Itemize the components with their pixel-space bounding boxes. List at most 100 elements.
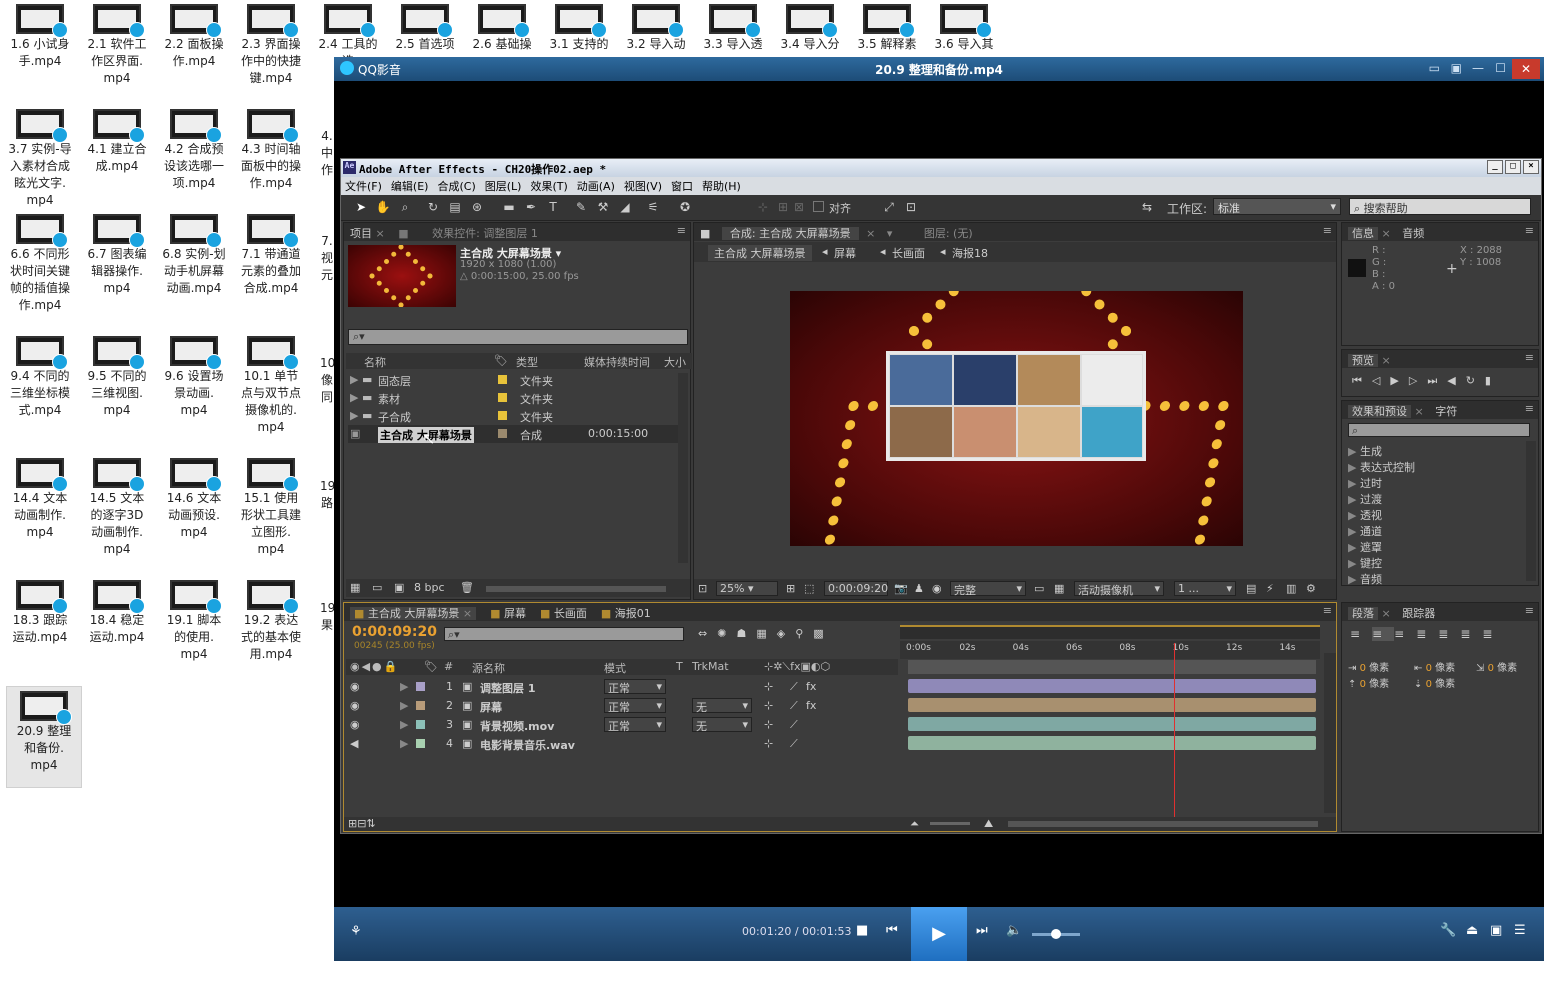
project-item[interactable]: ▶ ▬ 素材 文件夹	[348, 389, 678, 407]
label-swatch[interactable]	[498, 393, 507, 402]
rotate-tool-icon[interactable]: ↻	[425, 199, 441, 215]
desktop-file-icon[interactable]: 19.2 表达 式的基本使 用.mp4	[233, 576, 309, 663]
layer-row[interactable]: ◉ ▶ 2 ▣ 屏幕 正常 ▾ 无 ▾ ⊹ ⟋ fx	[346, 697, 898, 715]
eject-icon[interactable]: ⏏	[1466, 923, 1478, 938]
desktop-file-icon[interactable]: 7.1 带通道 元素的叠加 合成.mp4	[233, 210, 309, 297]
ae-maximize-button[interactable]: □	[1505, 160, 1521, 174]
close-icon[interactable]: ×	[463, 607, 472, 620]
text-tool-icon[interactable]: T	[545, 199, 561, 215]
region-of-interest-icon[interactable]: ▭	[1034, 582, 1044, 595]
panel-menu-icon[interactable]: ≡	[1525, 351, 1534, 364]
timeline-tab[interactable]: ■ 主合成 大屏幕场景 ×	[350, 607, 477, 620]
ram-preview-icon[interactable]: ▮	[1485, 374, 1501, 387]
desktop-file-icon[interactable]: 4.3 时间轴 面板中的操 作.mp4	[233, 105, 309, 192]
tab-effect-controls[interactable]: 效果控件: 调整图层 1	[432, 227, 538, 240]
transparency-grid-icon[interactable]: ▦	[1054, 582, 1064, 595]
effect-category[interactable]: ▶ 键控	[1348, 555, 1382, 571]
breadcrumb-item[interactable]: 长画面	[892, 245, 925, 261]
desktop-file-icon[interactable]: 3.2 导入动	[618, 0, 694, 53]
effects-vscrollbar[interactable]	[1526, 441, 1536, 581]
channel-icon[interactable]: ◉	[932, 582, 942, 595]
zoom-select[interactable]: 25% ▾	[716, 581, 778, 596]
timeline-tab[interactable]: ■ 海报01	[601, 607, 651, 620]
justify-all-icon[interactable]: ≣	[1482, 627, 1504, 641]
effect-category[interactable]: ▶ 表达式控制	[1348, 459, 1415, 475]
tools-icon[interactable]: 🔧	[1440, 923, 1456, 938]
desktop-file-icon[interactable]: 2.5 首选项	[387, 0, 463, 53]
layer-duration-bar[interactable]	[908, 698, 1316, 712]
expand-arrow-icon[interactable]: ▶	[400, 718, 408, 731]
expand-arrow-icon[interactable]: ▶	[1348, 509, 1360, 522]
breadcrumb-item[interactable]: 屏幕	[834, 245, 856, 261]
brush-tool-icon[interactable]: ✎	[573, 199, 589, 215]
menu-item[interactable]: 效果(T)	[530, 180, 567, 193]
layer-label-swatch[interactable]	[416, 682, 425, 691]
close-icon[interactable]: ×	[376, 227, 385, 240]
close-icon[interactable]: ×	[1415, 405, 1424, 418]
desktop-file-icon[interactable]: 6.7 图表编 辑器操作. mp4	[79, 210, 155, 297]
fast-previews-icon[interactable]: ⚡	[1266, 582, 1274, 595]
desktop-file-icon[interactable]: 4.1 建立合 成.mp4	[79, 105, 155, 175]
col-t[interactable]: T	[676, 660, 683, 673]
tab-effects-presets[interactable]: 效果和预设	[1348, 405, 1411, 418]
effect-category[interactable]: ▶ 过时	[1348, 475, 1382, 491]
expand-arrow-icon[interactable]: ▶	[350, 373, 358, 386]
ae-close-button[interactable]: ×	[1523, 160, 1539, 174]
desktop-file-icon[interactable]: 2.2 面板操 作.mp4	[156, 0, 232, 70]
desktop-file-icon[interactable]: 2.1 软件工 作区界面. mp4	[79, 0, 155, 87]
desktop-file-icon[interactable]: 14.6 文本 动画预设. mp4	[156, 454, 232, 541]
indent-left-value[interactable]: 0	[1360, 663, 1366, 674]
pen-tool-icon[interactable]: ✒	[523, 199, 539, 215]
preview-controls[interactable]: ⏮◁▶▷⏭◀↻▮	[1352, 374, 1501, 388]
project-item[interactable]: ▣ 主合成 大屏幕场景 合成 0:00:15:00	[348, 425, 678, 443]
desktop-file-icon[interactable]: 15.1 使用 形状工具建 立图形. mp4	[233, 454, 309, 558]
align-left-icon[interactable]: ≡	[1350, 627, 1372, 641]
desktop-file-icon[interactable]: 10.1 单节 点与双节点 摄像机的. mp4	[233, 332, 309, 436]
menu-item[interactable]: 视图(V)	[624, 180, 662, 193]
views-select[interactable]: 1 ... ▾	[1174, 581, 1236, 596]
help-search-input[interactable]: ⌕ 搜索帮助	[1349, 198, 1531, 215]
axis-view-icon[interactable]: ⊠	[791, 199, 807, 215]
next-frame-icon[interactable]: ▷	[1409, 374, 1427, 387]
justify-left-icon[interactable]: ≣	[1416, 627, 1438, 641]
expand-arrow-icon[interactable]: ▶	[1348, 573, 1360, 586]
space-after-value[interactable]: 0	[1426, 679, 1432, 690]
desktop-file-icon[interactable]: 3.7 实例-导 入素材合成 眩光文字. mp4	[2, 105, 78, 209]
volume-knob[interactable]	[1051, 929, 1061, 939]
space-before-field[interactable]: ⇡ 0 像素	[1348, 675, 1389, 690]
panel-menu-icon[interactable]: ≡	[1525, 402, 1534, 415]
snapshot-icon[interactable]: 📷	[894, 582, 908, 595]
prev-frame-icon[interactable]: ◁	[1372, 374, 1390, 387]
expand-arrow-icon[interactable]: ▶	[1348, 477, 1360, 490]
project-hscrollbar[interactable]	[486, 586, 666, 592]
layer-label-swatch[interactable]	[416, 701, 425, 710]
desktop-file-icon[interactable]: 2.6 基础操	[464, 0, 540, 53]
roto-brush-tool-icon[interactable]: ⚟	[645, 199, 661, 215]
eye-icon[interactable]: ◉	[350, 718, 360, 731]
flowchart-icon[interactable]: ⚙	[1306, 582, 1316, 595]
menu-item[interactable]: 编辑(E)	[391, 180, 429, 193]
desktop-file-icon[interactable]: 9.6 设置场 景动画. mp4	[156, 332, 232, 419]
effects-search-input[interactable]: ⌕	[1348, 423, 1530, 437]
audio-icon[interactable]: ◀	[350, 737, 358, 750]
desktop-file-icon[interactable]: 2.3 界面操 作中的快捷 键.mp4	[233, 0, 309, 87]
project-item[interactable]: ▶ ▬ 子合成 文件夹	[348, 407, 678, 425]
zoom-out-icon[interactable]: ⏶	[910, 817, 919, 831]
toggle-switches-icon[interactable]: ⊞⊟⇅	[348, 817, 376, 830]
desktop-file-icon[interactable]: 14.4 文本 动画制作. mp4	[2, 454, 78, 541]
label-swatch[interactable]	[498, 375, 507, 384]
label-swatch[interactable]	[498, 411, 507, 420]
previous-button[interactable]: ⏮	[886, 923, 898, 938]
layer-duration-bar[interactable]	[908, 717, 1316, 731]
justify-center-icon[interactable]: ≣	[1438, 627, 1460, 641]
eraser-tool-icon[interactable]: ◢	[617, 199, 633, 215]
desktop-file-icon[interactable]: 3.3 导入透	[695, 0, 771, 53]
tab-info[interactable]: 信息	[1348, 227, 1378, 240]
zoom-in-icon[interactable]: ⛰	[984, 817, 993, 831]
close-icon[interactable]: ×	[1382, 607, 1391, 620]
selection-tool-icon[interactable]: ➤	[353, 199, 369, 215]
panel-menu-icon[interactable]: ≡	[677, 224, 686, 237]
effect-category[interactable]: ▶ 生成	[1348, 443, 1382, 459]
desktop-file-icon[interactable]: 9.5 不同的 三维视图. mp4	[79, 332, 155, 419]
desktop-file-icon[interactable]: 3.1 支持的	[541, 0, 617, 53]
